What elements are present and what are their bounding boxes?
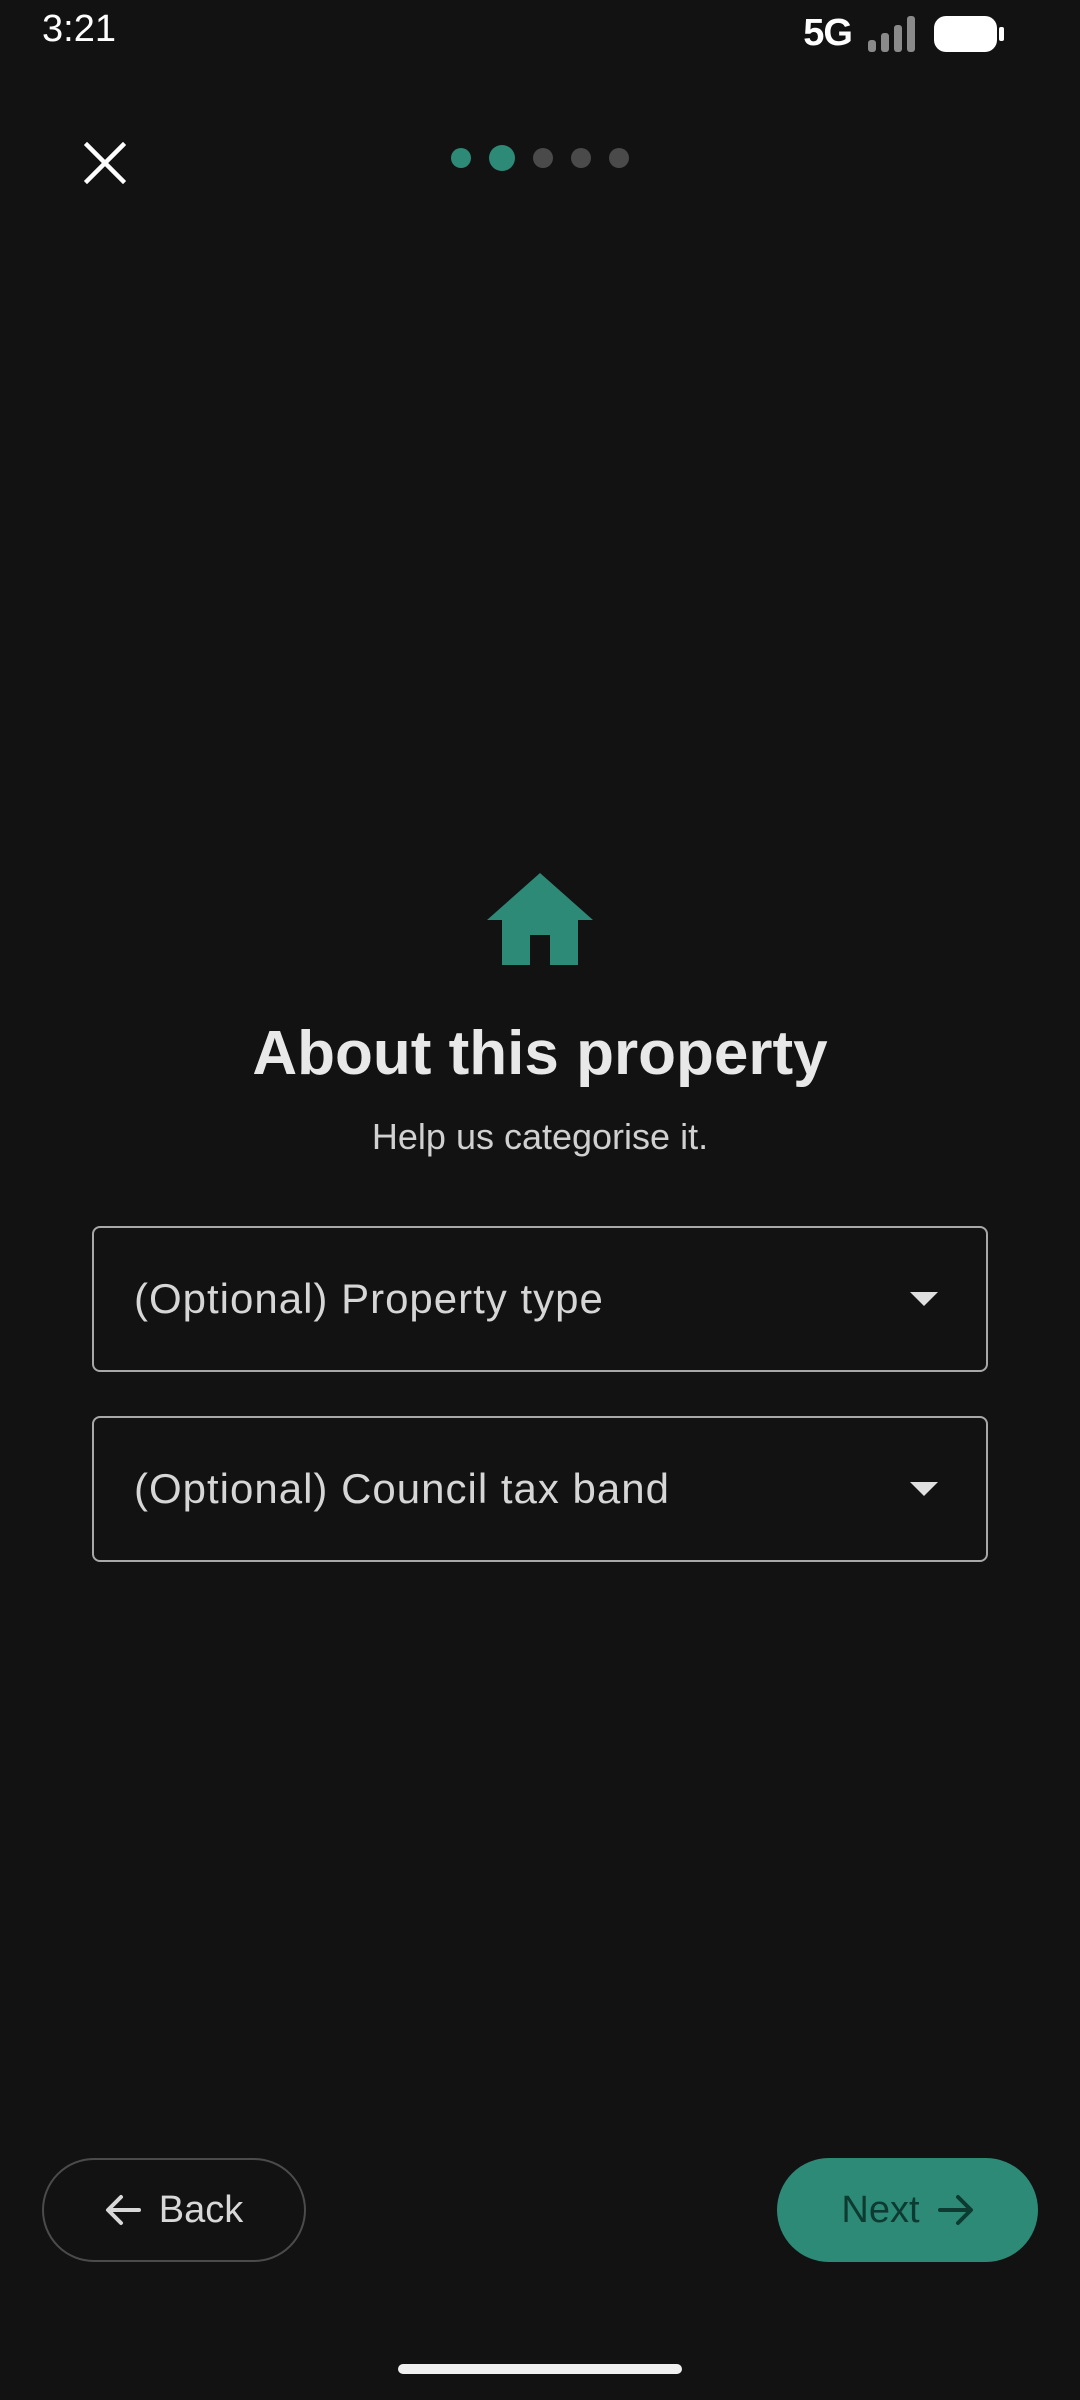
page-title: About this property [252,1019,828,1088]
next-button[interactable]: Next [777,2158,1038,2262]
progress-dot-5 [609,148,629,168]
property-type-dropdown[interactable]: (Optional) Property type [92,1226,988,1372]
back-button-label: Back [158,2188,244,2231]
step-progress-indicator [0,145,1080,171]
chevron-down-icon [910,1482,938,1496]
arrow-right-icon [937,2195,973,2225]
home-indicator[interactable] [398,2364,682,2374]
network-type: 5G [803,12,853,54]
progress-dot-1 [451,148,471,168]
next-button-label: Next [841,2188,920,2231]
status-icons: 5G [803,12,1004,55]
progress-dot-2 [489,145,515,171]
page-subtitle: Help us categorise it. [371,1116,709,1157]
property-type-label: (Optional) Property type [134,1275,604,1322]
progress-dot-3 [533,148,553,168]
battery-full-icon [934,15,1004,52]
back-button[interactable]: Back [42,2158,306,2262]
progress-dot-4 [571,148,591,168]
chevron-down-icon [910,1292,938,1306]
council-tax-band-label: (Optional) Council tax band [134,1465,670,1512]
house-icon [487,873,593,965]
status-time: 3:21 [42,8,116,50]
status-bar: 3:21 5G [0,0,1080,64]
arrow-left-icon [105,2195,141,2225]
signal-bars-icon [868,15,915,52]
council-tax-band-dropdown[interactable]: (Optional) Council tax band [92,1416,988,1562]
